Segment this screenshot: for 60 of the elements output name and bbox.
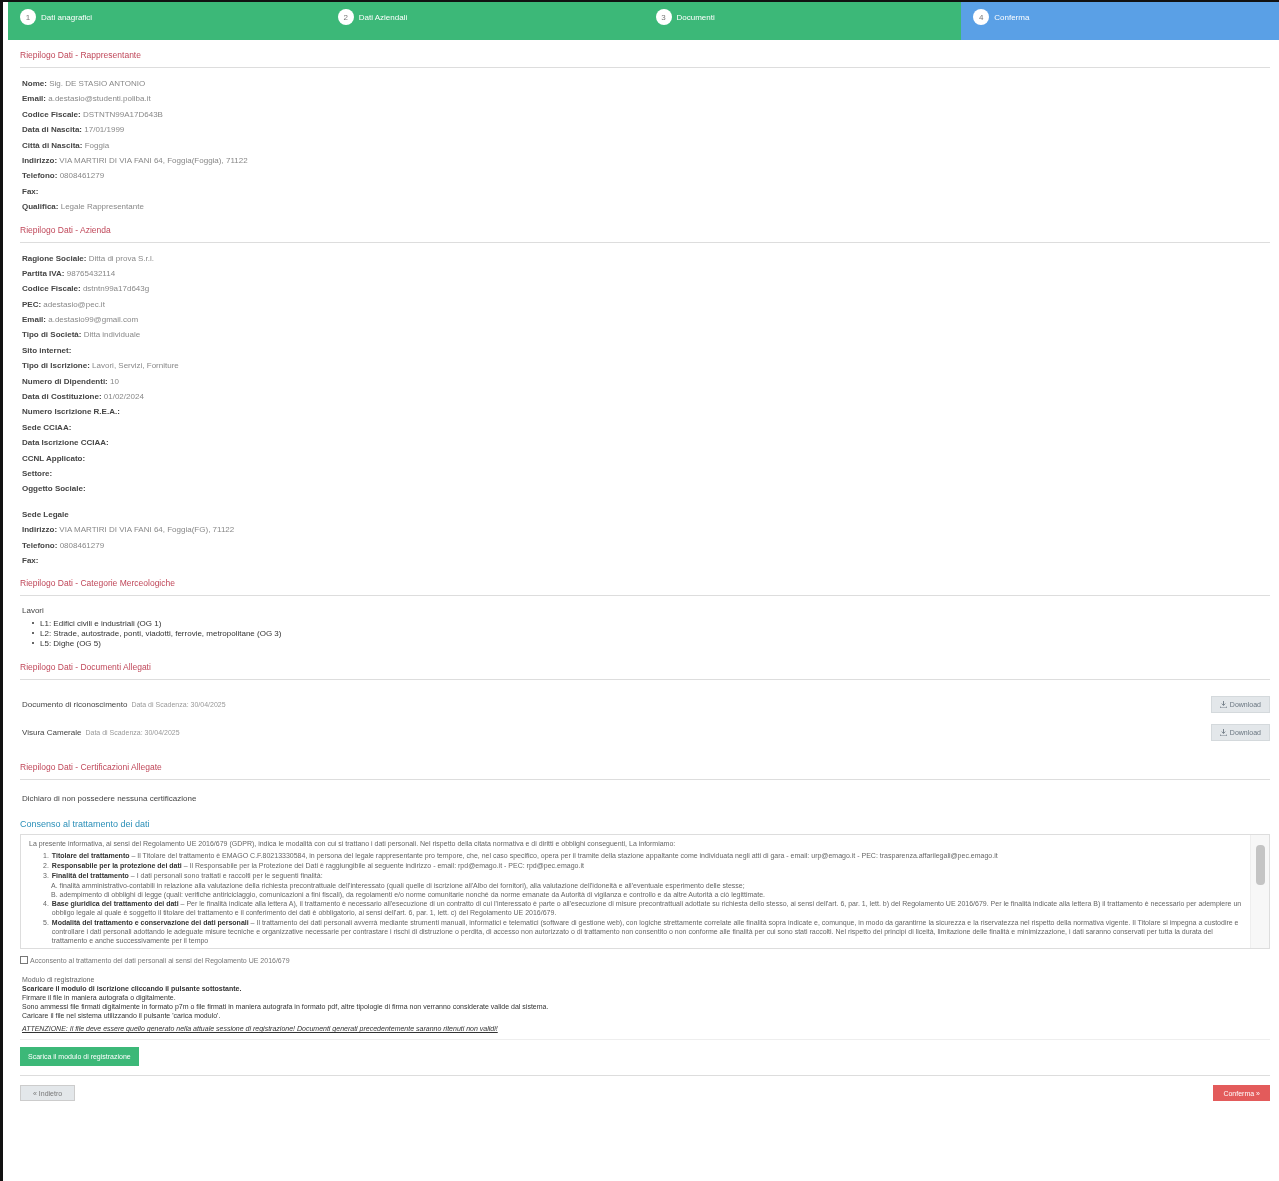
field-text: PEC: adestasio@pec.it	[22, 298, 106, 311]
step-label: Dati Aziendali	[358, 12, 408, 22]
field-text: Email: a.destasio99@gmail.com	[22, 314, 140, 327]
field-text: Codice Fiscale: DSTNTN99A17D643B	[22, 108, 164, 121]
step-number: 1	[20, 9, 36, 25]
field-text: Indirizzo: VIA MARTIRI DI VIA FANI 64, Foggia(Foggia), 71122	[22, 154, 249, 167]
field-text: Nome: Sig. DE STASIO ANTONIO	[22, 78, 147, 90]
field-text: Telefono: 0808461279	[22, 539, 106, 552]
field-text: Settore:	[22, 468, 54, 480]
field-text: Fax:	[22, 185, 40, 198]
consent-checkbox[interactable]	[20, 956, 28, 965]
category-item: L1: Edifici civili e industriali (OG 1)	[40, 618, 162, 628]
step-label: Dati anagrafici	[41, 12, 93, 22]
field-text: Telefono: 0808461279	[22, 170, 106, 183]
certification-text: Dichiaro di non possedere nessuna certificazione	[21, 793, 198, 806]
field-text: Sede CCIAA:	[22, 421, 73, 434]
step-label: Conferma	[994, 12, 1030, 22]
step-label: Documenti	[676, 12, 715, 22]
field-text: Numero di Dipendenti: 10	[22, 375, 120, 388]
section-title: Riepilogo Dati - Azienda	[20, 224, 1270, 243]
field-text: Città di Nascita: Foggia	[22, 139, 111, 152]
category-group: Lavori	[22, 606, 1270, 616]
section-title: Riepilogo Dati - Certificazioni Allegate	[20, 762, 1270, 781]
consent-text-box[interactable]	[20, 834, 1270, 950]
category-item: L5: Dighe (OG 5)	[40, 638, 101, 648]
field-text: Tipo di Società: Ditta individuale	[22, 329, 142, 342]
field-text: Ragione Sociale: Ditta di prova S.r.l.	[22, 252, 156, 265]
step-number: 2	[337, 9, 354, 25]
step-number: 3	[655, 9, 672, 25]
field-text: Data di Nascita: 17/01/1999	[22, 124, 126, 137]
field-text: Sito internet:	[22, 344, 73, 357]
section-title: Riepilogo Dati - Documenti Allegati	[20, 662, 1270, 681]
section-title: Riepilogo Dati - Rappresentante	[20, 50, 1270, 68]
field-text: Qualifica: Legale Rappresentante	[22, 201, 145, 214]
field-text: Numero Iscrizione R.E.A.:	[22, 406, 121, 419]
scrollbar-thumb[interactable]	[1255, 845, 1265, 886]
field-text: Codice Fiscale: dstntn99a17d643g	[22, 283, 151, 296]
section-title: Consenso al trattamento dei dati	[20, 819, 151, 832]
scrollbar[interactable]	[1250, 835, 1269, 949]
field-text: CCNL Applicato:	[22, 452, 87, 465]
wizard-step[interactable]: 3 Documenti	[643, 2, 962, 40]
step-number: 4	[973, 9, 990, 25]
document-name: Visura Camerale	[22, 727, 82, 737]
field-text: Tipo di Iscrizione: Lavori, Servizi, Forniture	[22, 360, 180, 373]
field-text: Fax:	[22, 554, 40, 567]
field-text: Indirizzo: VIA MARTIRI DI VIA FANI 64, Foggia(FG), 71122	[22, 524, 236, 537]
wizard-step[interactable]: 4 Conferma	[961, 2, 1279, 40]
field-text: Email: a.destasio@studenti.poliba.it	[22, 93, 152, 106]
field-text: Data Iscrizione CCIAA:	[22, 437, 110, 450]
wizard-step[interactable]: 1 Dati anagrafici	[8, 2, 326, 40]
subsection-title: Sede Legale	[22, 508, 70, 521]
document-name: Documento di riconoscimento	[22, 699, 128, 709]
field-text: Partita IVA: 98765432114	[22, 267, 117, 280]
wizard-step[interactable]: 2 Dati Aziendali	[325, 2, 644, 40]
download-icon	[1219, 700, 1227, 708]
section-title: Riepilogo Dati - Categorie Merceologiche	[20, 578, 1270, 597]
download-icon	[1219, 728, 1227, 736]
category-item: L2: Strade, autostrade, ponti, viadotti, ferrovie, metropolitane (OG 3)	[40, 628, 282, 638]
field-text: Oggetto Sociale:	[22, 483, 87, 496]
field-text: Data di Costituzione: 01/02/2024	[22, 391, 145, 404]
